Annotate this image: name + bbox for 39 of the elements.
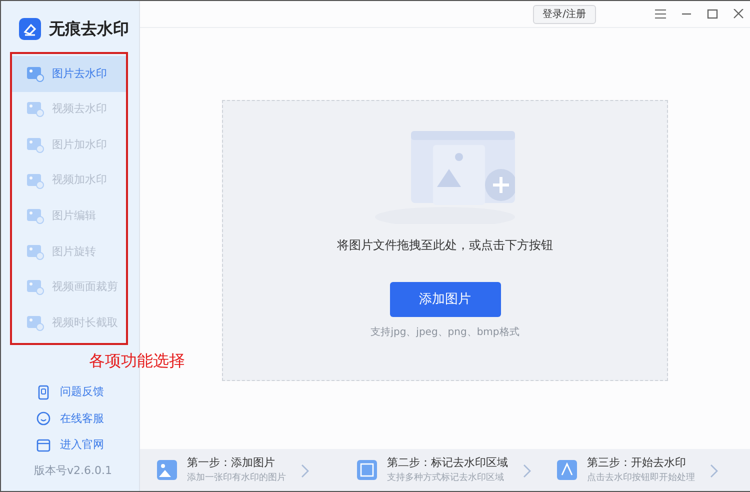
supported-formats: 支持jpg、jpeg、png、bmp格式 <box>370 326 520 340</box>
app-title: 无痕去水印 <box>49 18 129 40</box>
close-icon[interactable] <box>732 8 744 19</box>
image-icon <box>26 244 44 260</box>
step-description: 添加一张印有水印的图片 <box>187 472 286 484</box>
chevron-icon <box>710 464 718 478</box>
step-title: 第一步：添加图片 <box>187 455 276 471</box>
image-icon <box>26 136 44 153</box>
image-icon <box>26 172 44 189</box>
phone-icon <box>36 384 51 400</box>
drop-zone[interactable]: 将图片文件拖拽至此处，或点击下方按钮 添加图片 支持jpg、jpeg、png、bmp格式 <box>222 100 668 381</box>
image-icon <box>156 459 178 481</box>
chevron-icon <box>523 464 531 478</box>
frame-icon <box>356 459 378 481</box>
drop-hint: 将图片文件拖拽至此处，或点击下方按钮 <box>337 237 553 254</box>
maximize-icon[interactable] <box>706 8 718 19</box>
step-title: 第二步：标记去水印区域 <box>387 455 508 471</box>
menu-icon[interactable] <box>654 8 666 19</box>
login-button[interactable]: 登录/注册 <box>532 4 596 24</box>
sidebar-link[interactable]: 在线客服 <box>1 406 139 432</box>
image-icon <box>26 279 44 296</box>
smiley-icon <box>36 411 51 426</box>
browser-icon <box>36 438 51 453</box>
image-icon <box>26 101 44 118</box>
chevron-icon <box>301 464 309 478</box>
sidebar-link[interactable]: 问题反馈 <box>1 379 139 406</box>
step-description: 支持多种方式标记去水印区域 <box>387 472 505 484</box>
pen-icon <box>556 459 578 481</box>
logo-icon <box>19 18 41 40</box>
step-title: 第三步：开始去水印 <box>587 455 687 471</box>
image-icon <box>26 314 44 331</box>
sidebar-item[interactable]: 图片去水印 <box>12 56 126 92</box>
step-description: 点击去水印按钮即开始处理 <box>587 472 695 484</box>
annotation-text: 各项功能选择 <box>89 350 185 372</box>
version-text: 版本号v2.6.0.1 <box>33 462 113 478</box>
image-icon <box>26 66 44 82</box>
sidebar-link[interactable]: 进入官网 <box>1 432 139 458</box>
image-icon <box>26 208 44 224</box>
add-image-button[interactable]: 添加图片 <box>390 282 500 317</box>
